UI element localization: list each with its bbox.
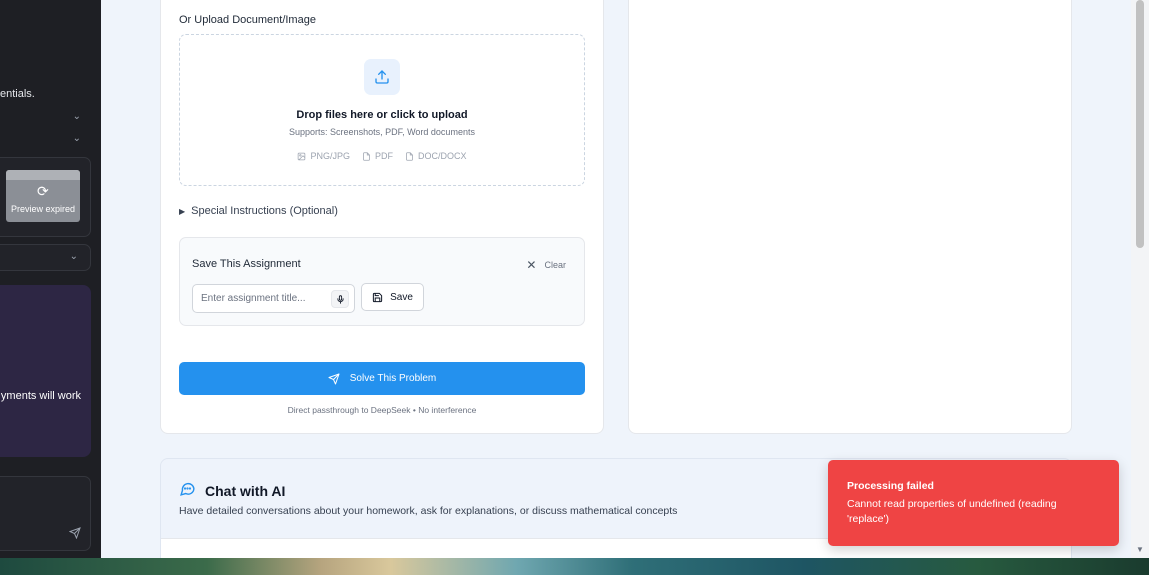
file-type-image: PNG/JPG xyxy=(297,151,350,161)
clear-button[interactable]: ✕ Clear xyxy=(526,258,566,272)
drop-title: Drop files here or click to upload xyxy=(296,109,468,121)
vertical-scrollbar[interactable]: ▼ xyxy=(1131,0,1149,558)
chat-description: Have detailed conversations about your h… xyxy=(179,505,678,517)
drop-subtitle: Supports: Screenshots, PDF, Word documen… xyxy=(289,127,475,137)
special-instructions-toggle[interactable]: ▶ Special Instructions (Optional) xyxy=(179,205,338,217)
file-type-label: PNG/JPG xyxy=(310,151,350,161)
upload-heading: Or Upload Document/Image xyxy=(179,14,316,26)
save-assignment-title: Save This Assignment xyxy=(192,258,301,270)
disclosure-triangle-icon: ▶ xyxy=(179,206,186,216)
preview-expired-label: Preview expired xyxy=(10,204,76,214)
save-assignment-panel: Save This Assignment ✕ Clear Save xyxy=(179,237,585,326)
desktop-wallpaper xyxy=(0,558,1149,575)
chat-header: Chat with AI xyxy=(179,480,285,502)
send-icon[interactable] xyxy=(68,526,81,544)
left-app-panel: entials. ⌄ ⌄ ⟳ Preview expired ⌄ yments … xyxy=(0,0,101,558)
chat-bubble-icon xyxy=(179,480,196,502)
file-types: PNG/JPG PDF DOC/DOCX xyxy=(180,151,584,161)
chevron-down-icon[interactable]: ⌄ xyxy=(73,111,81,122)
chevron-down-icon[interactable]: ⌄ xyxy=(73,133,81,144)
history-icon: ⟳ xyxy=(37,183,49,199)
special-instructions-label: Special Instructions (Optional) xyxy=(191,205,338,217)
microphone-icon[interactable] xyxy=(331,290,349,308)
file-type-doc: DOC/DOCX xyxy=(405,151,467,161)
clear-label: Clear xyxy=(544,260,566,270)
toast-message: Cannot read properties of undefined (rea… xyxy=(847,498,1057,525)
save-button[interactable]: Save xyxy=(361,283,424,311)
solution-output-card xyxy=(628,0,1072,434)
scroll-down-arrow-icon[interactable]: ▼ xyxy=(1136,545,1144,554)
dropdown-row[interactable]: ⌄ xyxy=(0,244,91,271)
file-type-label: PDF xyxy=(375,151,393,161)
problem-input-card: Or Upload Document/Image Drop files here… xyxy=(160,0,604,434)
floppy-disk-icon xyxy=(372,292,383,302)
file-dropzone[interactable]: Drop files here or click to upload Suppo… xyxy=(179,34,585,186)
save-label: Save xyxy=(390,291,413,303)
preview-thumbnail[interactable]: ⟳ Preview expired xyxy=(6,170,80,222)
solve-note: Direct passthrough to DeepSeek • No inte… xyxy=(287,405,477,415)
close-icon: ✕ xyxy=(526,258,537,272)
error-toast[interactable]: Processing failed Cannot read properties… xyxy=(828,460,1119,546)
solve-button-label: Solve This Problem xyxy=(349,373,437,384)
upload-icon xyxy=(364,59,400,95)
assignment-title-field xyxy=(192,284,355,313)
chat-title: Chat with AI xyxy=(205,483,286,499)
file-type-label: DOC/DOCX xyxy=(418,151,467,161)
promo-partial-text: yments will work xyxy=(0,390,81,402)
scrollbar-thumb[interactable] xyxy=(1136,0,1144,248)
send-icon xyxy=(328,373,340,384)
assignment-title-input[interactable] xyxy=(201,285,329,312)
left-chat-input[interactable] xyxy=(0,476,91,551)
toast-title: Processing failed xyxy=(847,480,934,492)
file-type-pdf: PDF xyxy=(362,151,393,161)
main-window: Or Upload Document/Image Drop files here… xyxy=(101,0,1149,558)
promo-card: yments will work xyxy=(0,285,91,457)
chevron-down-icon: ⌄ xyxy=(69,251,78,262)
left-panel-partial-text: entials. xyxy=(0,88,35,100)
solve-problem-button[interactable]: Solve This Problem xyxy=(179,362,585,395)
